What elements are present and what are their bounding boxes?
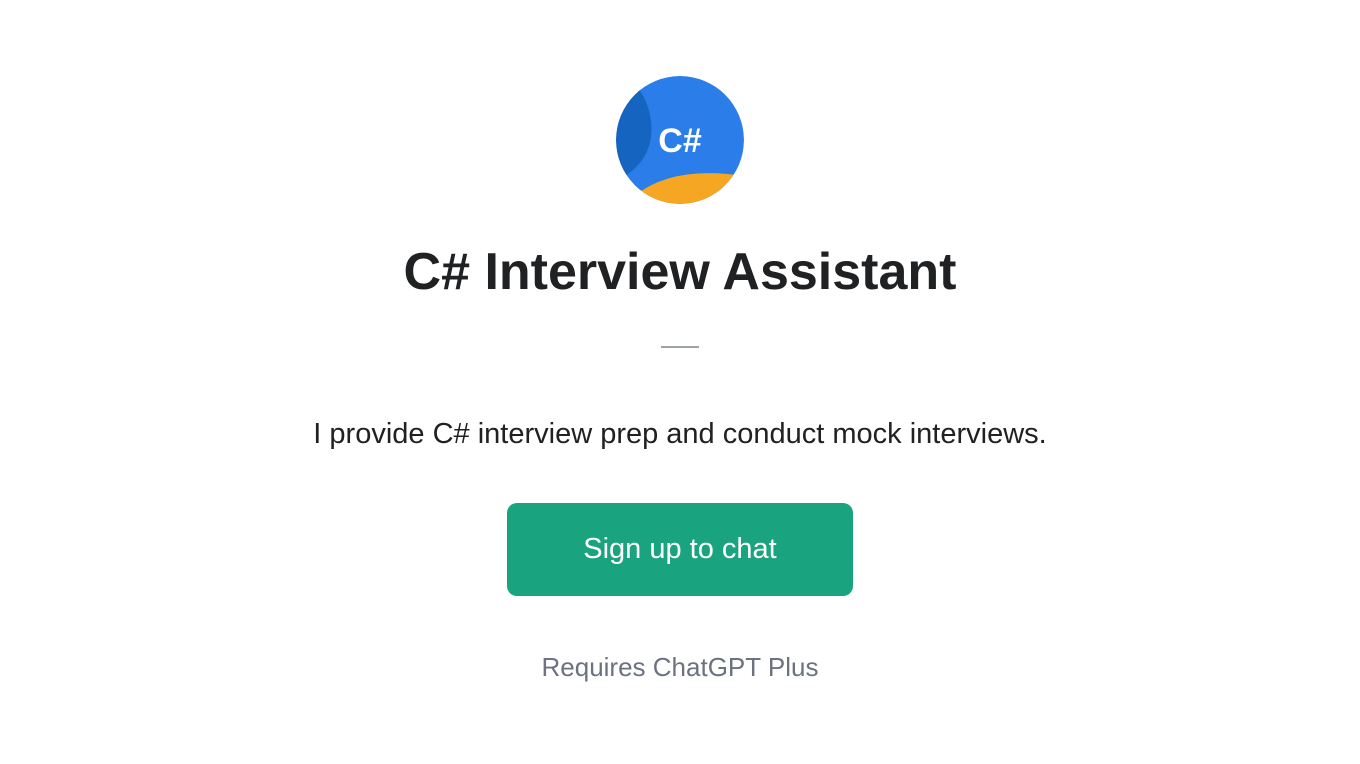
divider: [661, 346, 699, 348]
signup-button[interactable]: Sign up to chat: [507, 503, 852, 596]
app-logo: C#: [616, 76, 744, 204]
requirement-text: Requires ChatGPT Plus: [542, 652, 819, 683]
page-title: C# Interview Assistant: [404, 242, 957, 302]
csharp-logo-icon: C#: [616, 76, 744, 204]
logo-text: C#: [658, 122, 702, 160]
description-text: I provide C# interview prep and conduct …: [313, 418, 1046, 451]
